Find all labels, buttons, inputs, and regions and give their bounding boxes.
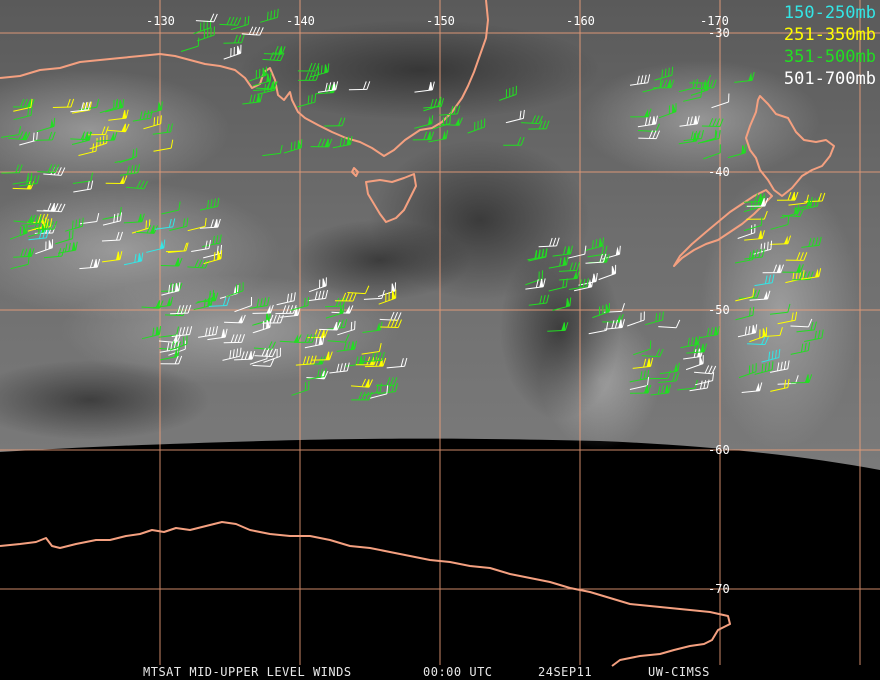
- satellite-wind-map: -130 -140 -150 -160 -170 -30 -40 -50 -60…: [0, 0, 880, 680]
- footer-source: UW-CIMSS: [648, 665, 710, 679]
- lon-label-130: -130: [146, 14, 175, 28]
- footer-product: MTSAT MID-UPPER LEVEL WINDS: [143, 665, 352, 679]
- lat-label-50: -50: [708, 303, 730, 317]
- lat-label-40: -40: [708, 165, 730, 179]
- legend-item-251-350mb: 251-350mb: [783, 25, 876, 45]
- lat-label-30: -30: [708, 26, 730, 40]
- footer-time: 00:00 UTC: [423, 665, 493, 679]
- lon-label-150: -150: [426, 14, 455, 28]
- lon-label-140: -140: [286, 14, 315, 28]
- footer-caption: MTSAT MID-UPPER LEVEL WINDS 00:00 UTC 24…: [0, 664, 880, 680]
- legend-item-351-500mb: 351-500mb: [783, 47, 876, 67]
- lon-label-160: -160: [566, 14, 595, 28]
- legend-item-150-250mb: 150-250mb: [783, 3, 876, 23]
- pressure-legend: 150-250mb 251-350mb 351-500mb 501-700mb: [784, 2, 876, 90]
- lat-label-70: -70: [708, 582, 730, 596]
- legend-item-501-700mb: 501-700mb: [783, 69, 876, 89]
- lat-label-60: -60: [708, 443, 730, 457]
- footer-date: 24SEP11: [538, 665, 593, 679]
